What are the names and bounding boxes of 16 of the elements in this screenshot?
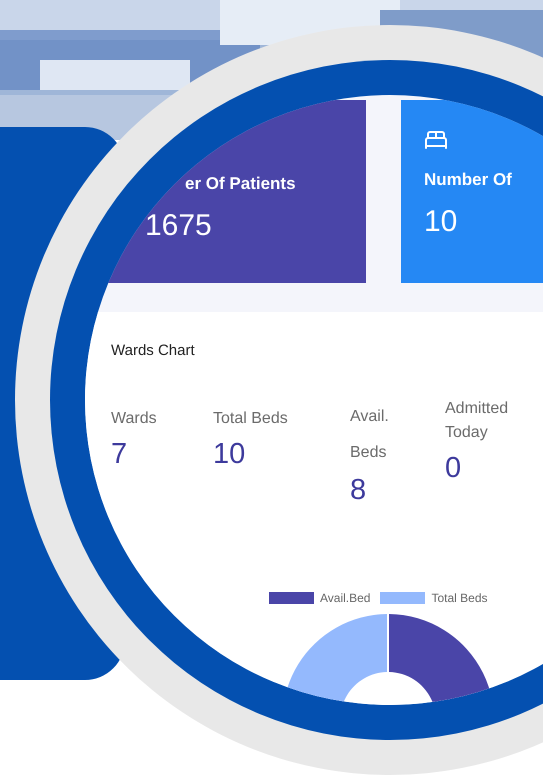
bed-icon [424,128,448,152]
stat-value: 10 [213,436,246,470]
stat-value: 7 [111,436,128,470]
stat-label: Avail. Beds [350,406,390,462]
stat-value: 0 [445,450,462,484]
legend-label: Total Beds [431,590,488,606]
stat-label: Total Beds [213,408,289,428]
card-title: er Of Patients [185,174,297,194]
chart-title: Wards Chart [111,341,196,361]
stat-label: Wards [111,408,158,428]
stat-label: Admitted Today [445,398,510,442]
card-value: 10 [424,204,458,240]
card-title: Number Of [424,170,513,190]
legend-label: Avail.Bed [320,590,370,606]
stat-value: 8 [350,472,368,506]
card-value: 1675 [145,208,213,244]
